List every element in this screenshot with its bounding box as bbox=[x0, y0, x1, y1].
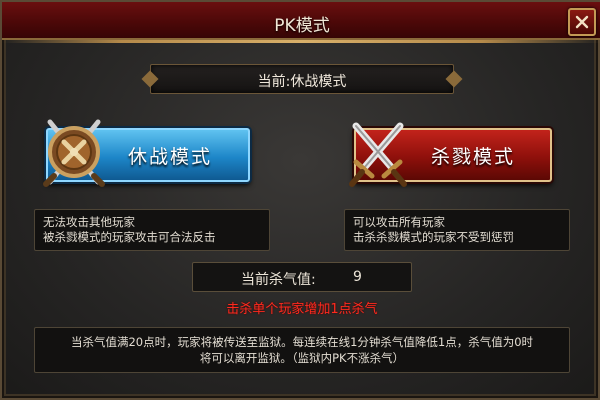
truce-mode-description: 无法攻击其他玩家 被杀戮模式的玩家攻击可合法反击 bbox=[34, 209, 270, 251]
rules-line2: 将可以离开监狱。（监狱内PK不涨杀气） bbox=[199, 351, 405, 365]
kill-value-box: 当前杀气值: 9 bbox=[192, 262, 412, 292]
slaughter-mode-label: 杀戮模式 bbox=[430, 145, 515, 168]
truce-desc-line1: 无法攻击其他玩家 bbox=[43, 215, 135, 229]
current-mode-label: 当前:休战模式 bbox=[257, 74, 347, 90]
slaughter-desc-line2: 击杀杀戮模式的玩家不受到惩罚 bbox=[353, 230, 514, 244]
kill-value-label: 当前杀气值: bbox=[241, 272, 316, 288]
rules-description: 当杀气值满20点时，玩家将被传送至监狱。每连续在线1分钟杀气值降低1点，杀气值为… bbox=[34, 327, 570, 373]
dialog-title: PK模式 bbox=[274, 16, 330, 36]
crossed-swords-icon bbox=[349, 122, 407, 187]
shield-swords-icon bbox=[43, 119, 105, 187]
truce-desc-line2: 被杀戮模式的玩家攻击可合法反击 bbox=[43, 230, 216, 244]
truce-mode-label: 休战模式 bbox=[127, 145, 212, 168]
kill-value-number: 9 bbox=[353, 269, 362, 285]
current-mode-banner: 当前:休战模式 bbox=[150, 64, 454, 94]
close-icon bbox=[575, 15, 589, 29]
slaughter-desc-line1: 可以攻击所有玩家 bbox=[353, 215, 445, 229]
slaughter-mode-description: 可以攻击所有玩家 击杀杀戮模式的玩家不受到惩罚 bbox=[344, 209, 570, 251]
pk-mode-dialog: PK模式 当前:休战模式 休战模式 杀戮模式 无法攻击其他玩家 被杀戮模式的玩家… bbox=[0, 0, 600, 400]
title-bar: PK模式 bbox=[2, 2, 600, 43]
rules-line1: 当杀气值满20点时，玩家将被传送至监狱。每连续在线1分钟杀气值降低1点，杀气值为… bbox=[70, 335, 534, 349]
close-button[interactable] bbox=[568, 8, 596, 36]
kill-warning-text: 击杀单个玩家增加1点杀气 bbox=[226, 302, 378, 317]
